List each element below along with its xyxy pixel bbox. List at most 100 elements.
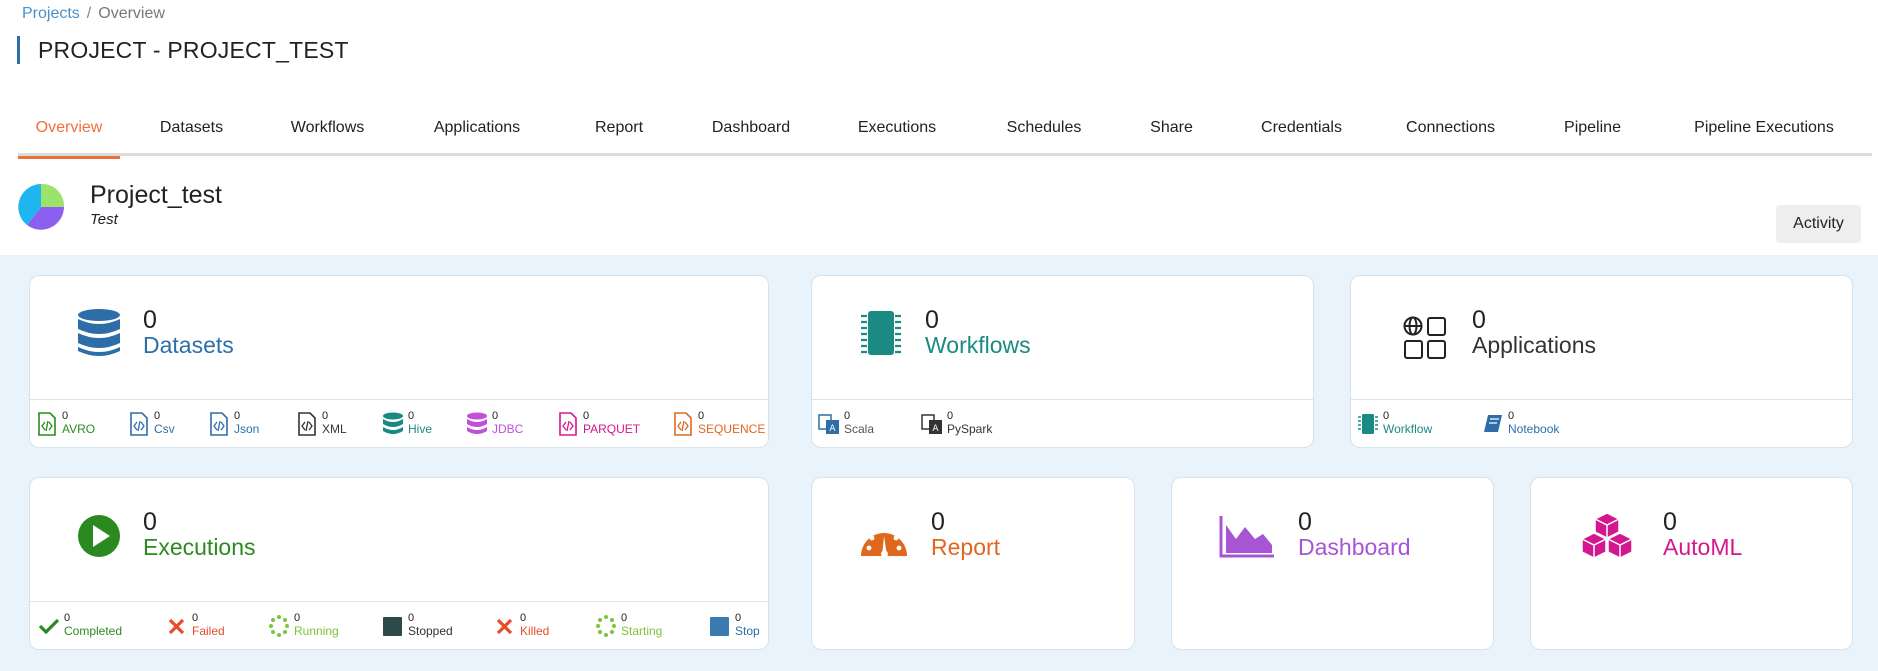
datasets-card[interactable]: 0 Datasets 0 AVRO 0 Csv 0 Json 0 XML 0 Hive	[29, 275, 769, 448]
json-file-icon	[210, 412, 228, 436]
dataset-json[interactable]: 0 Json	[208, 410, 259, 436]
completed-count: 0	[64, 612, 71, 624]
csv-label: Csv	[154, 422, 175, 436]
failed-label: Failed	[192, 624, 225, 638]
starting-label: Starting	[621, 624, 663, 638]
breadcrumb-separator: /	[86, 5, 92, 22]
automl-card[interactable]: 0 AutoML	[1530, 477, 1853, 650]
stopped-label: Stopped	[408, 624, 453, 638]
parquet-label: PARQUET	[583, 422, 641, 436]
tab-share[interactable]: Share	[1120, 114, 1223, 156]
applications-count: 0	[1472, 306, 1486, 334]
dataset-parquet[interactable]: 0 PARQUET	[557, 410, 640, 436]
csv-count: 0	[154, 410, 161, 422]
dashboard-card[interactable]: 0 Dashboard	[1171, 477, 1494, 650]
stop-label: Stop	[735, 624, 760, 638]
notebook-label: Notebook	[1508, 422, 1560, 436]
execution-stopped[interactable]: 0 Stopped	[382, 612, 453, 638]
notebook-count: 0	[1508, 410, 1515, 422]
activity-button[interactable]: Activity	[1776, 205, 1861, 243]
overview-content: 0 Datasets 0 AVRO 0 Csv 0 Json 0 XML 0 Hive	[0, 255, 1878, 671]
tab-credentials[interactable]: Credentials	[1223, 114, 1380, 156]
dashboard-label: Dashboard	[1298, 534, 1411, 560]
automl-label: AutoML	[1663, 534, 1743, 560]
project-logo-icon	[18, 184, 64, 230]
tab-overview[interactable]: Overview	[18, 114, 120, 159]
failed-x-icon	[168, 618, 185, 635]
scala-count: 0	[844, 410, 851, 422]
failed-count: 0	[192, 612, 199, 624]
project-name: Project_test	[90, 181, 223, 209]
sequence-file-icon	[674, 412, 692, 436]
dataset-jdbc[interactable]: 0 JDBC	[466, 410, 523, 436]
app-workflow-count: 0	[1383, 410, 1390, 422]
cubes-icon	[1581, 512, 1633, 559]
running-count: 0	[294, 612, 301, 624]
dataset-xml[interactable]: 0 XML	[296, 410, 347, 436]
tab-workflows[interactable]: Workflows	[263, 114, 392, 156]
workflows-card[interactable]: 0 Workflows A 0 Scala A 0 PySpark	[811, 275, 1314, 448]
starting-spinner-icon	[596, 615, 616, 637]
completed-label: Completed	[64, 624, 123, 638]
application-workflow[interactable]: 0 Workflow	[1357, 410, 1432, 436]
stop-count: 0	[735, 612, 742, 624]
avro-label: AVRO	[62, 422, 96, 436]
dataset-sequence[interactable]: 0 SEQUENCE	[672, 410, 765, 436]
tab-connections[interactable]: Connections	[1380, 114, 1521, 156]
page-title: PROJECT - PROJECT_TEST	[17, 36, 349, 64]
execution-failed[interactable]: 0 Failed	[166, 612, 225, 638]
tab-applications[interactable]: Applications	[392, 114, 562, 156]
datasets-label: Datasets	[143, 332, 234, 358]
workflow-pyspark[interactable]: A 0 PySpark	[921, 410, 992, 436]
tab-dashboard[interactable]: Dashboard	[676, 114, 826, 156]
running-spinner-icon	[269, 615, 289, 637]
tab-executions[interactable]: Executions	[826, 114, 968, 156]
gauge-icon	[861, 528, 907, 558]
check-icon	[38, 618, 60, 635]
running-label: Running	[294, 624, 339, 638]
tab-schedules[interactable]: Schedules	[968, 114, 1120, 156]
report-label: Report	[931, 534, 1001, 560]
breadcrumb-current: Overview	[98, 5, 165, 22]
executions-card[interactable]: 0 Executions 0 Completed 0 Failed 0 Running…	[29, 477, 769, 650]
app-workflow-label: Workflow	[1383, 422, 1433, 436]
sequence-count: 0	[698, 410, 705, 422]
execution-killed[interactable]: 0 Killed	[494, 612, 549, 638]
execution-starting[interactable]: 0 Starting	[595, 612, 662, 638]
jdbc-label: JDBC	[492, 422, 524, 436]
automl-count: 0	[1663, 508, 1677, 536]
report-count: 0	[931, 508, 945, 536]
datasets-footer: 0AVRO 0Csv 0Json 0XML 0Hive 0JDBC	[30, 399, 768, 447]
stopped-count: 0	[408, 612, 415, 624]
parquet-file-icon	[559, 412, 577, 436]
report-card[interactable]: 0 Report	[811, 477, 1135, 650]
dataset-csv[interactable]: 0 Csv	[128, 410, 175, 436]
hive-count: 0	[408, 410, 415, 422]
json-count: 0	[234, 410, 241, 422]
execution-stop[interactable]: 0 Stop	[709, 612, 760, 638]
tab-pipeline[interactable]: Pipeline	[1521, 114, 1664, 156]
dataset-hive[interactable]: 0 Hive	[382, 410, 432, 436]
breadcrumb-projects-link[interactable]: Projects	[22, 5, 80, 22]
applications-label: Applications	[1472, 332, 1597, 358]
applications-footer: 0 Workflow 0 Notebook	[1351, 399, 1852, 447]
scala-label: Scala	[844, 422, 875, 436]
notebook-icon	[1484, 415, 1502, 432]
execution-running[interactable]: 0 Running	[268, 612, 339, 638]
application-notebook[interactable]: 0 Notebook	[1482, 410, 1559, 436]
tab-pipeline-executions[interactable]: Pipeline Executions	[1664, 114, 1864, 156]
dataset-avro[interactable]: 0 AVRO	[36, 410, 95, 436]
workflow-scala[interactable]: A 0 Scala	[818, 410, 874, 436]
tab-report[interactable]: Report	[562, 114, 676, 156]
applications-card[interactable]: 0 Applications 0 Workflow 0 Notebook	[1350, 275, 1853, 448]
execution-completed[interactable]: 0 Completed	[38, 612, 122, 638]
xml-file-icon	[298, 412, 316, 436]
jdbc-count: 0	[492, 410, 499, 422]
tab-datasets[interactable]: Datasets	[120, 114, 263, 156]
workflow-chip-small-icon	[1358, 414, 1378, 434]
parquet-count: 0	[583, 410, 590, 422]
apps-grid-icon	[1403, 316, 1446, 359]
killed-count: 0	[520, 612, 527, 624]
jdbc-database-icon	[467, 412, 487, 434]
area-chart-icon	[1219, 516, 1274, 558]
